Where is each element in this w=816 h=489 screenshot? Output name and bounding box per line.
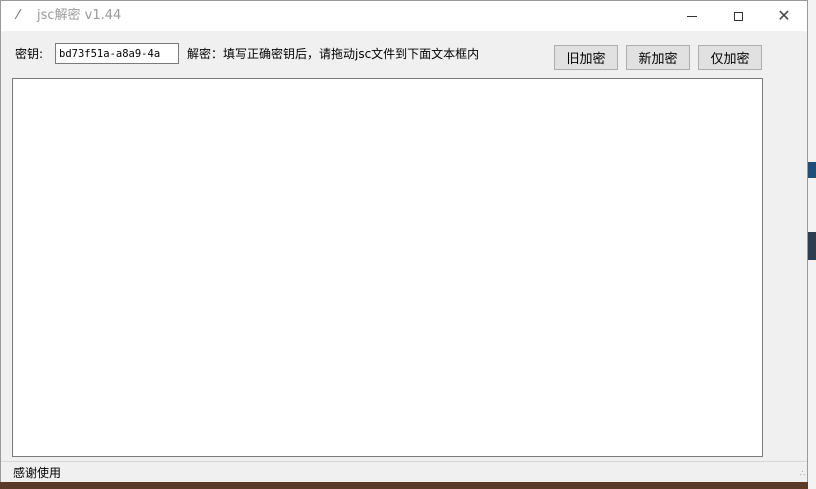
toolbar: 密钥: 解密：填写正确密钥后，请拖动jsc文件到下面文本框内 旧加密 新加密 仅… [1, 31, 807, 77]
background-blue-strip [808, 162, 816, 178]
new-encrypt-button[interactable]: 新加密 [626, 45, 690, 70]
title-bar[interactable]: ⁄ jsc解密 v1.44 ✕ [1, 1, 807, 31]
maximize-button[interactable] [715, 1, 761, 31]
background-window-edge [808, 0, 816, 489]
status-text: 感谢使用 [13, 466, 62, 480]
feather-icon: ⁄ [17, 8, 20, 23]
decrypt-hint: 解密：填写正确密钥后，请拖动jsc文件到下面文本框内 [187, 47, 480, 61]
resize-grip-icon[interactable]: ∴ [795, 470, 805, 480]
minimize-button[interactable] [669, 1, 715, 31]
maximize-icon [733, 11, 743, 21]
background-dark-strip [808, 232, 816, 260]
key-input[interactable] [55, 43, 179, 64]
status-bar: 感谢使用 ∴ [1, 461, 807, 482]
old-encrypt-button[interactable]: 旧加密 [554, 45, 618, 70]
file-drop-textarea[interactable] [12, 78, 763, 457]
window-title: jsc解密 v1.44 [37, 8, 122, 23]
close-button[interactable]: ✕ [761, 1, 807, 31]
app-window: ⁄ jsc解密 v1.44 ✕ 密钥: 解密：填写正确密钥后，请拖动jsc文件到… [0, 0, 808, 482]
key-label: 密钥: [15, 47, 44, 61]
only-encrypt-button[interactable]: 仅加密 [698, 45, 762, 70]
minimize-icon [687, 15, 697, 17]
close-icon: ✕ [777, 6, 791, 25]
